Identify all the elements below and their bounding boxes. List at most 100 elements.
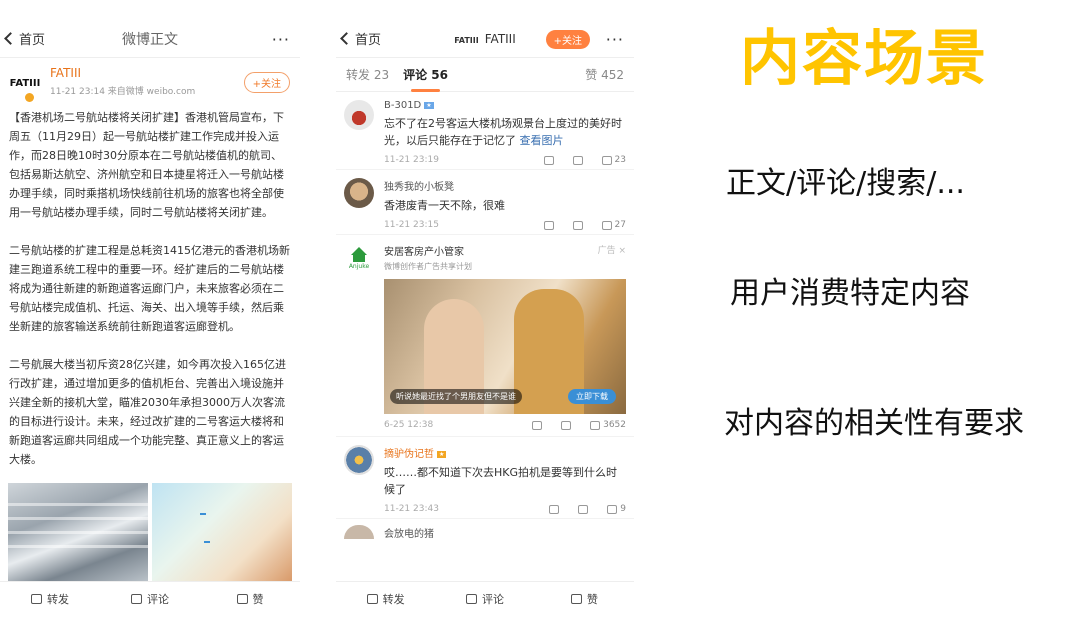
share-icon [532, 420, 543, 430]
repost-label: 转发 [47, 592, 69, 606]
thumbs-up-icon [601, 155, 612, 165]
ad-time: 6-25 12:38 [384, 420, 434, 430]
comment-time: 11-21 23:19 [384, 155, 439, 165]
like-button[interactable]: 9 [607, 504, 626, 514]
repost-button[interactable]: 转发 [336, 582, 435, 615]
comment-item: 摘驴伪记哲 ★ 哎……都不知道下次去HKG拍机是要等到什么时候了 11-21 23… [336, 437, 634, 519]
avatar[interactable] [344, 525, 374, 539]
tab-repost[interactable]: 转发 23 [346, 66, 389, 83]
comment-footer: 11-21 23:19 23 [384, 155, 626, 165]
author-row: FATIII FATIII 11-21 23:14 来自微博 weibo.com… [0, 58, 300, 104]
thumbs-up-icon [607, 504, 618, 514]
reply-icon [572, 220, 583, 230]
comment-label: 评论 [481, 592, 504, 606]
post-image-rendering[interactable] [152, 483, 292, 581]
comment-time: 11-21 23:43 [384, 504, 439, 514]
like-button[interactable]: 23 [601, 155, 626, 165]
ad-close-button[interactable]: 广告 × [598, 243, 626, 256]
author-logo: FATIII [454, 35, 479, 45]
more-icon[interactable]: ··· [272, 30, 290, 49]
share-button[interactable] [549, 504, 562, 514]
share-icon [543, 155, 554, 165]
scenario-line: 对内容的相关性有要求 [724, 406, 1024, 441]
reply-icon [561, 420, 572, 430]
like-button[interactable]: 赞 [535, 582, 634, 615]
like-count: 23 [614, 155, 626, 165]
follow-button[interactable]: +关注 [545, 30, 590, 49]
like-button[interactable]: 3652 [590, 420, 626, 430]
repost-icon [366, 593, 378, 604]
repost-icon [31, 593, 42, 604]
comment-icon [131, 593, 142, 604]
comment-footer: 11-21 23:15 27 [384, 220, 626, 230]
comment-text: 哎……都不知道下次去HKG拍机是要等到什么时候了 [384, 466, 618, 496]
like-button[interactable]: 赞 [200, 582, 300, 615]
author-title: FATIII [484, 31, 516, 46]
comment-author[interactable]: B-301D ★ [384, 100, 626, 111]
avatar[interactable]: FATIII [8, 66, 42, 102]
post-image-airport[interactable] [8, 483, 148, 581]
ad-caption: 听说她最近找了个男朋友但不是谁 [390, 389, 522, 404]
comment-author-name: B-301D [384, 100, 422, 111]
avatar[interactable] [344, 178, 374, 208]
share-button[interactable] [532, 420, 545, 430]
ad-footer: 6-25 12:38 3652 [384, 420, 626, 430]
ad-video[interactable]: 听说她最近找了个男朋友但不是谁 立即下载 [384, 279, 626, 414]
post-paragraph: 二号航站楼的扩建工程是总耗资1415亿港元的香港机场新建三跑道系统工程中的重要一… [9, 244, 290, 333]
reply-button[interactable] [561, 420, 574, 430]
comments-screen: 首页 FATIII FATIII +关注 ··· 转发 23 评论 56 赞 45… [336, 20, 634, 615]
ad-subtitle: 微博创作者广告共享计划 [384, 262, 472, 271]
reply-button[interactable] [572, 220, 586, 230]
ad-item: Anjuke 安居客房产小管家 微博创作者广告共享计划 广告 × 听说她最近找了… [336, 235, 634, 437]
thumbs-up-icon [236, 593, 248, 604]
comment-author[interactable]: 独秀我的小板凳 [384, 178, 626, 193]
author-name[interactable]: FATIII [50, 66, 195, 80]
comment-button[interactable]: 评论 [435, 582, 534, 615]
follow-button[interactable]: +关注 [243, 72, 290, 93]
comment-icon [465, 593, 477, 604]
share-button[interactable] [543, 155, 557, 165]
back-label: 首页 [19, 33, 46, 48]
comment-author-name: 摘驴伪记哲 [384, 449, 434, 460]
avatar[interactable] [344, 100, 374, 130]
view-image-link[interactable]: 查看图片 [520, 134, 564, 147]
reply-icon [572, 155, 583, 165]
comment-author[interactable]: 会放电的猪 [384, 525, 626, 540]
reply-button[interactable] [572, 155, 586, 165]
comment-time: 11-21 23:15 [384, 220, 439, 230]
download-button[interactable]: 立即下载 [568, 389, 616, 404]
top-nav: 首页 FATIII FATIII +关注 ··· [336, 20, 634, 58]
like-button[interactable]: 27 [601, 220, 626, 230]
comment-button[interactable]: 评论 [100, 582, 200, 615]
top-nav: 首页 微博正文 ··· [0, 20, 300, 58]
thumbs-up-icon [570, 593, 582, 604]
tab-comments[interactable]: 评论 56 [403, 66, 448, 92]
comment-item: 独秀我的小板凳 香港废青一天不除，很难 11-21 23:15 27 [336, 170, 634, 235]
like-count: 3652 [603, 420, 626, 430]
comment-tabs: 转发 23 评论 56 赞 452 [336, 58, 634, 92]
share-button[interactable] [543, 220, 557, 230]
anjuke-logo[interactable]: Anjuke [344, 243, 374, 273]
comment-body: 忘不了在2号客运大楼机场观景台上度过的美好时光，以后只能存在于记忆了 [384, 117, 622, 147]
back-button[interactable]: 首页 [0, 29, 45, 48]
tab-likes[interactable]: 赞 452 [585, 66, 624, 83]
comment-author[interactable]: 摘驴伪记哲 ★ [384, 445, 626, 460]
avatar[interactable] [344, 445, 374, 475]
bottom-action-bar: 转发 评论 赞 [0, 581, 300, 615]
comment-label: 评论 [147, 592, 169, 606]
repost-button[interactable]: 转发 [0, 582, 100, 615]
comment-footer: 11-21 23:43 9 [384, 504, 626, 514]
ad-author[interactable]: 安居客房产小管家 [384, 243, 626, 258]
like-count: 9 [620, 504, 626, 514]
post-text: 【香港机场二号航站楼将关闭扩建】香港机管局宣布，下周五（11月29日）起一号航站… [0, 104, 300, 492]
house-icon [351, 246, 367, 255]
comment-text: 香港废青一天不除，很难 [384, 199, 505, 212]
thumbs-up-icon [590, 420, 601, 430]
post-paragraph: 【香港机场二号航站楼将关闭扩建】香港机管局宣布，下周五（11月29日）起一号航站… [9, 111, 284, 219]
post-detail-screen: 首页 微博正文 ··· FATIII FATIII 11-21 23:14 来自… [0, 20, 300, 615]
reply-button[interactable] [578, 504, 591, 514]
verified-badge-icon [25, 93, 34, 102]
post-time-source: 11-21 23:14 来自微博 weibo.com [50, 87, 196, 97]
more-icon[interactable]: ··· [606, 30, 624, 49]
scenario-line: 正文/评论/搜索/... [726, 166, 965, 201]
